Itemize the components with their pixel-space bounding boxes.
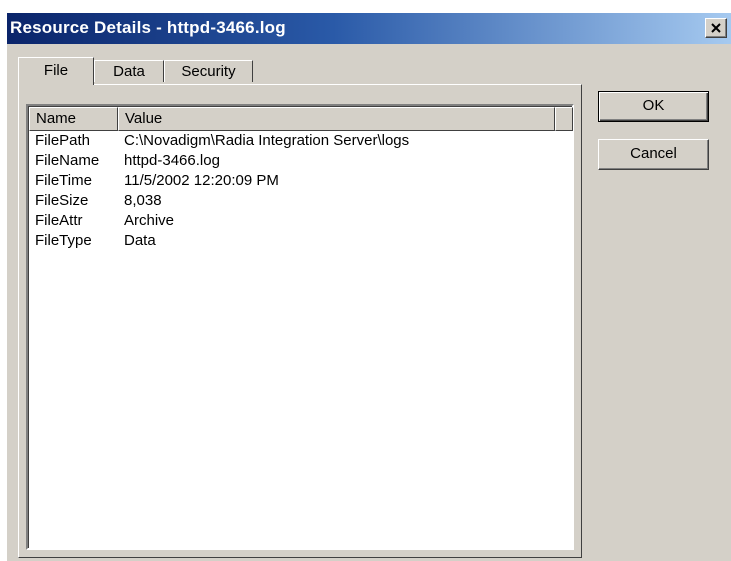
- item-name: FileSize: [35, 192, 89, 209]
- list-item[interactable]: FileName httpd-3466.log: [29, 151, 569, 171]
- tab-data[interactable]: Data: [94, 60, 164, 82]
- list-item[interactable]: FileSize 8,038: [29, 191, 569, 211]
- item-value: Archive: [124, 212, 175, 229]
- list-item[interactable]: FileType Data: [29, 231, 569, 251]
- list-item[interactable]: FilePath C:\Novadigm\Radia Integration S…: [29, 131, 569, 151]
- resource-details-dialog: Resource Details - httpd-3466.log File D…: [6, 13, 731, 561]
- ok-button-label: OK: [642, 97, 665, 114]
- item-name: FilePath: [35, 132, 91, 149]
- column-header-filler: [555, 107, 573, 131]
- item-value: 8,038: [124, 192, 162, 209]
- cancel-button[interactable]: Cancel: [598, 139, 709, 170]
- list-header: Name Value: [29, 107, 573, 131]
- item-value: C:\Novadigm\Radia Integration Server\log…: [124, 132, 410, 149]
- item-value: 11/5/2002 12:20:09 PM: [124, 172, 279, 189]
- window-title: Resource Details - httpd-3466.log: [10, 18, 286, 37]
- tab-security[interactable]: Security: [164, 60, 253, 82]
- column-header-value-label: Value: [125, 110, 163, 127]
- cancel-button-label: Cancel: [630, 145, 677, 162]
- close-icon: [711, 23, 721, 33]
- column-header-value[interactable]: Value: [118, 107, 555, 131]
- column-header-name-label: Name: [36, 110, 77, 127]
- item-name: FileType: [35, 232, 92, 249]
- item-name: FileAttr: [35, 212, 83, 229]
- tab-data-label: Data: [113, 63, 145, 80]
- details-list[interactable]: Name Value FilePath C:\Novadigm\Radia In…: [26, 104, 574, 550]
- tab-file[interactable]: File: [18, 57, 94, 85]
- list-rows: FilePath C:\Novadigm\Radia Integration S…: [29, 131, 569, 251]
- title-bar[interactable]: Resource Details - httpd-3466.log: [7, 13, 731, 44]
- tab-file-label: File: [43, 62, 69, 79]
- close-button[interactable]: [705, 18, 727, 38]
- ok-button[interactable]: OK: [598, 91, 709, 122]
- item-value: httpd-3466.log: [124, 152, 220, 169]
- tab-security-label: Security: [181, 63, 236, 80]
- item-name: FileName: [35, 152, 100, 169]
- list-item[interactable]: FileTime 11/5/2002 12:20:09 PM: [29, 171, 569, 191]
- column-header-name[interactable]: Name: [29, 107, 118, 131]
- list-item[interactable]: FileAttr Archive: [29, 211, 569, 231]
- item-name: FileTime: [35, 172, 92, 189]
- item-value: Data: [124, 232, 156, 249]
